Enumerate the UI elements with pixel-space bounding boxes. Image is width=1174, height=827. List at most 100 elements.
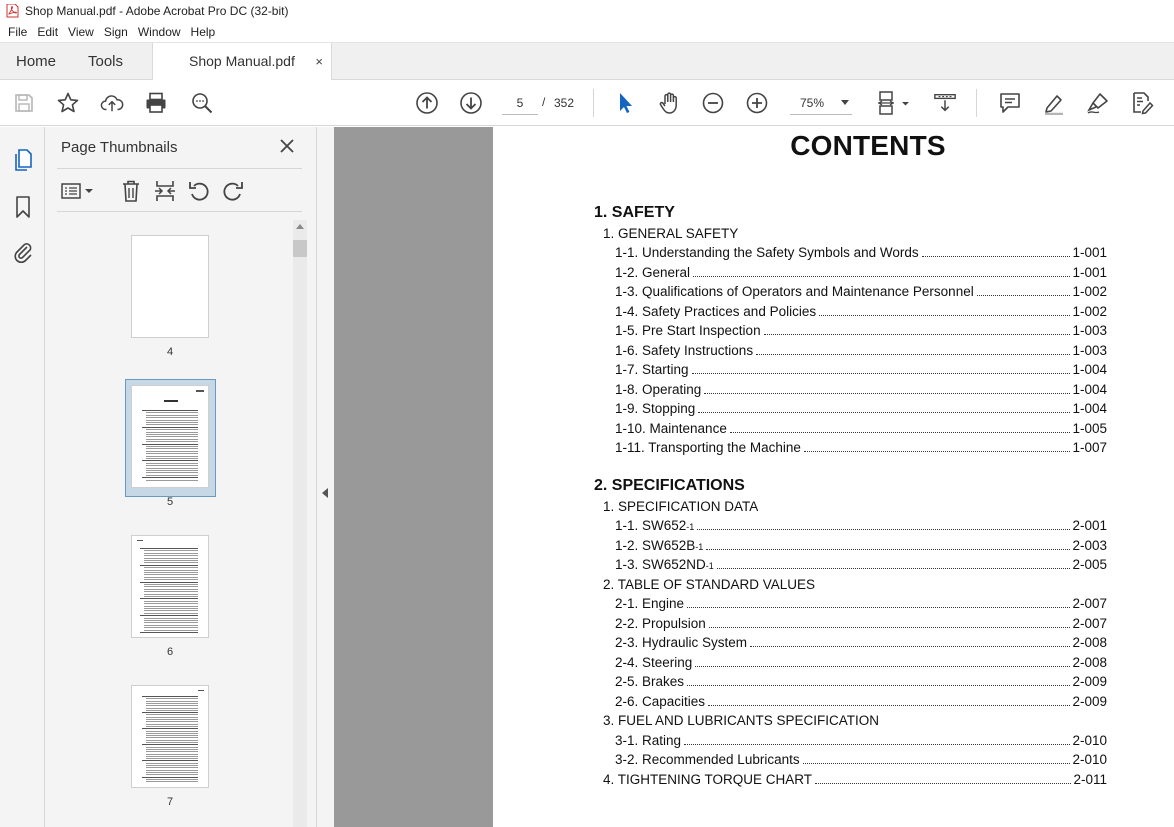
- toc-entry[interactable]: 2-6. Capacities 2-009: [615, 694, 1107, 712]
- thumbnail-label: 5: [166, 496, 174, 508]
- attachment-icon[interactable]: [11, 240, 35, 264]
- thumbnail-text-line: [146, 714, 198, 716]
- page-thumbnails-icon[interactable]: [11, 148, 35, 172]
- tab-document[interactable]: Shop Manual.pdf ×: [152, 43, 332, 81]
- panel-splitter[interactable]: [316, 127, 334, 827]
- toc-entry[interactable]: 1-3. SW652ND-1 2-005: [615, 557, 1107, 575]
- toc-entry[interactable]: 1-11. Transporting the Machine 1-007: [615, 440, 1107, 458]
- toc-entry[interactable]: 1-5. Pre Start Inspection 1-003: [615, 323, 1107, 341]
- edit-pdf-icon[interactable]: [1130, 91, 1154, 115]
- toc-entry[interactable]: 1-2. SW652B-1 2-003: [615, 538, 1107, 556]
- thumbnail-text-line: [146, 730, 198, 732]
- toc-entry[interactable]: 1-6. Safety Instructions 1-003: [615, 343, 1107, 361]
- menu-edit[interactable]: Edit: [32, 22, 63, 42]
- scroll-mode-icon[interactable]: [933, 91, 957, 115]
- highlight-pen-icon[interactable]: [1042, 91, 1066, 115]
- toc-entry[interactable]: 1-8. Operating 1-004: [615, 382, 1107, 400]
- acrobat-icon: [6, 4, 19, 18]
- bookmark-star-icon[interactable]: [56, 91, 80, 115]
- thumbnail-text-line: [144, 596, 198, 597]
- thumbnail-text-line: [146, 441, 198, 443]
- thumbnail-options-icon[interactable]: [59, 179, 97, 203]
- sign-pen-icon[interactable]: [1086, 91, 1110, 115]
- toc-entry[interactable]: 1-9. Stopping 1-004: [615, 401, 1107, 419]
- thumbnail-text-line: [146, 748, 198, 750]
- menu-sign[interactable]: Sign: [99, 22, 133, 42]
- toc-entry[interactable]: 4. TIGHTENING TORQUE CHART 2-011: [603, 772, 1107, 790]
- thumbnail-page-5[interactable]: [131, 385, 209, 488]
- thumbnail-text-line: [144, 593, 198, 595]
- thumbnail-text-line: [142, 776, 198, 778]
- zoom-select[interactable]: 75%: [790, 91, 852, 115]
- toc-entry[interactable]: 3-1. Rating 2-010: [615, 733, 1107, 751]
- zoom-out-icon[interactable]: [701, 91, 725, 115]
- thumbnail-text-line: [144, 550, 198, 552]
- panel-divider: [57, 211, 302, 212]
- thumbnail-text-line: [146, 438, 198, 440]
- toc-entry[interactable]: 1-7. Starting 1-004: [615, 362, 1107, 380]
- comment-icon[interactable]: [998, 91, 1022, 115]
- scrollbar-thumb[interactable]: [293, 240, 307, 257]
- collapse-arrow-icon[interactable]: [322, 488, 328, 498]
- panel-divider: [57, 168, 302, 169]
- thumbnail-text-line: [146, 470, 198, 471]
- thumbnail-text-line: [140, 581, 198, 583]
- document-viewport[interactable]: CONTENTS 1. SAFETY 1. GENERAL SAFETY 1-1…: [334, 127, 1174, 827]
- page-fit-icon[interactable]: [876, 91, 912, 115]
- thumbnail-text-line: [146, 467, 198, 469]
- thumbnail-text-line: [146, 412, 198, 414]
- toc-entry[interactable]: 1-10. Maintenance 1-005: [615, 421, 1107, 439]
- toc-entry[interactable]: 3-2. Recommended Lubricants 2-010: [615, 752, 1107, 770]
- tab-home[interactable]: Home: [16, 43, 56, 81]
- toc-entry[interactable]: 1-1. SW652-1 2-001: [615, 518, 1107, 536]
- thumbnail-text-line: [142, 712, 198, 714]
- toc-entry[interactable]: 2-3. Hydraulic System 2-008: [615, 635, 1107, 653]
- close-icon[interactable]: [277, 136, 297, 156]
- menu-view[interactable]: View: [63, 22, 99, 42]
- thumbnail-page-7[interactable]: [131, 685, 209, 788]
- toc-entry[interactable]: 2-5. Brakes 2-009: [615, 674, 1107, 692]
- tab-tools[interactable]: Tools: [88, 43, 123, 81]
- zoom-in-icon[interactable]: [745, 91, 769, 115]
- toc-entry[interactable]: 1-4. Safety Practices and Policies 1-002: [615, 304, 1107, 322]
- insert-page-icon[interactable]: [153, 179, 177, 203]
- find-zoom-icon[interactable]: [190, 91, 214, 115]
- scroll-up-icon[interactable]: [296, 224, 304, 229]
- save-icon[interactable]: [12, 91, 36, 115]
- thumbnail-page-6[interactable]: [131, 535, 209, 638]
- thumbnail-text-line: [146, 707, 198, 709]
- hand-tool-icon[interactable]: [657, 91, 681, 115]
- menu-help[interactable]: Help: [186, 22, 221, 42]
- thumbnail-text-line: [144, 579, 198, 581]
- thumbnail-label: 4: [166, 346, 174, 358]
- select-cursor-icon[interactable]: [613, 91, 637, 115]
- rotate-left-icon[interactable]: [187, 179, 211, 203]
- toc-entry[interactable]: 1-3. Qualifications of Operators and Mai…: [615, 284, 1107, 302]
- print-icon[interactable]: [144, 91, 168, 115]
- thumbnail-text-line: [146, 725, 198, 727]
- toc-entry[interactable]: 2-2. Propulsion 2-007: [615, 616, 1107, 634]
- thumbnail-text-line: [144, 608, 198, 609]
- thumbnail-text-line: [146, 472, 198, 474]
- toc-entry[interactable]: 1-1. Understanding the Safety Symbols an…: [615, 245, 1107, 263]
- thumbnail-text-line: [146, 414, 198, 416]
- thumbnail-text-line: [146, 767, 198, 769]
- thumbnails-scrollbar[interactable]: [293, 220, 307, 827]
- previous-page-icon[interactable]: [415, 91, 439, 115]
- rotate-right-icon[interactable]: [221, 179, 245, 203]
- toc-entry[interactable]: 2-1. Engine 2-007: [615, 596, 1107, 614]
- thumbnail-text-line: [146, 453, 198, 455]
- bookmark-icon[interactable]: [11, 195, 35, 219]
- tab-close-button[interactable]: ×: [315, 43, 323, 80]
- toc-entry[interactable]: 2-4. Steering 2-008: [615, 655, 1107, 673]
- delete-page-icon[interactable]: [119, 179, 143, 203]
- next-page-icon[interactable]: [459, 91, 483, 115]
- page-number-input[interactable]: [502, 91, 538, 115]
- thumbnail-text-line: [144, 617, 198, 619]
- thumbnail-page-4[interactable]: [131, 235, 209, 338]
- toc-entry[interactable]: 1-2. General 1-001: [615, 265, 1107, 283]
- menu-file[interactable]: File: [3, 22, 32, 42]
- cloud-upload-icon[interactable]: [100, 91, 124, 115]
- menu-window[interactable]: Window: [133, 22, 186, 42]
- thumbnail-text-line: [146, 755, 198, 757]
